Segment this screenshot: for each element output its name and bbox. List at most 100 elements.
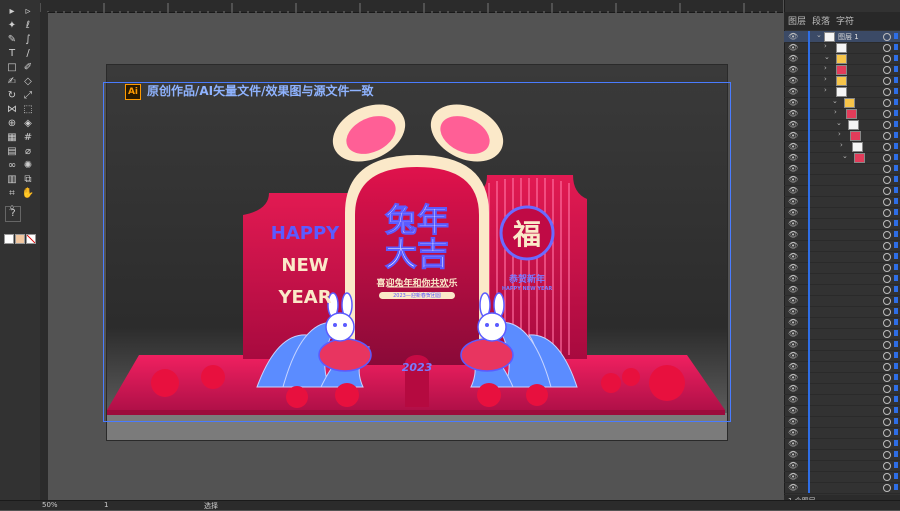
target-circle-icon[interactable]	[883, 429, 891, 437]
visibility-eye-icon[interactable]: 👁	[788, 406, 798, 415]
visibility-eye-icon[interactable]: 👁	[788, 142, 798, 151]
visibility-eye-icon[interactable]: 👁	[788, 263, 798, 272]
visibility-eye-icon[interactable]: 👁	[788, 76, 798, 85]
target-circle-icon[interactable]	[883, 121, 891, 129]
target-circle-icon[interactable]	[883, 407, 891, 415]
target-circle-icon[interactable]	[883, 143, 891, 151]
visibility-eye-icon[interactable]: 👁	[788, 98, 798, 107]
zoom-level[interactable]: 50%	[42, 501, 58, 509]
visibility-eye-icon[interactable]: 👁	[788, 395, 798, 404]
visibility-eye-icon[interactable]: 👁	[788, 131, 798, 140]
visibility-eye-icon[interactable]: 👁	[788, 450, 798, 459]
visibility-eye-icon[interactable]: 👁	[788, 417, 798, 426]
visibility-eye-icon[interactable]: 👁	[788, 439, 798, 448]
scale-tool[interactable]: ⤢	[21, 89, 35, 103]
artboard-tool[interactable]: ⧉	[21, 173, 35, 187]
expand-chevron-icon[interactable]: ⌄	[816, 31, 822, 39]
tab-character[interactable]: 字符	[836, 14, 854, 27]
pen-tool[interactable]: ✎	[5, 33, 19, 47]
target-circle-icon[interactable]	[883, 363, 891, 371]
expand-chevron-icon[interactable]: ⌄	[836, 119, 842, 127]
visibility-eye-icon[interactable]: 👁	[788, 208, 798, 217]
target-circle-icon[interactable]	[883, 374, 891, 382]
live-paint-tool[interactable]: ◈	[21, 117, 35, 131]
lasso-tool[interactable]: ℓ	[21, 19, 35, 33]
target-circle-icon[interactable]	[883, 242, 891, 250]
visibility-eye-icon[interactable]: 👁	[788, 329, 798, 338]
target-circle-icon[interactable]	[883, 473, 891, 481]
line-tool[interactable]: /	[21, 47, 35, 61]
target-circle-icon[interactable]	[883, 165, 891, 173]
visibility-eye-icon[interactable]: 👁	[788, 373, 798, 382]
visibility-eye-icon[interactable]: 👁	[788, 252, 798, 261]
target-circle-icon[interactable]	[883, 66, 891, 74]
fill-swatch[interactable]	[4, 234, 14, 244]
eraser-tool[interactable]: ◇	[21, 75, 35, 89]
rotate-tool[interactable]: ↻	[5, 89, 19, 103]
visibility-eye-icon[interactable]: 👁	[788, 274, 798, 283]
target-circle-icon[interactable]	[883, 352, 891, 360]
column-graph-tool[interactable]: ▥	[5, 173, 19, 187]
target-circle-icon[interactable]	[883, 484, 891, 492]
visibility-eye-icon[interactable]: 👁	[788, 351, 798, 360]
expand-chevron-icon[interactable]: ⌄	[842, 152, 848, 160]
target-circle-icon[interactable]	[883, 220, 891, 228]
mesh-tool[interactable]: #	[21, 131, 35, 145]
expand-chevron-icon[interactable]: ›	[824, 86, 827, 94]
visibility-eye-icon[interactable]: 👁	[788, 296, 798, 305]
type-tool[interactable]: T	[5, 47, 19, 61]
perspective-grid-tool[interactable]: ▦	[5, 131, 19, 145]
expand-chevron-icon[interactable]: ›	[838, 130, 841, 138]
visibility-eye-icon[interactable]: 👁	[788, 164, 798, 173]
visibility-eye-icon[interactable]: 👁	[788, 285, 798, 294]
visibility-eye-icon[interactable]: 👁	[788, 384, 798, 393]
help-icon[interactable]: ?	[5, 206, 21, 222]
expand-chevron-icon[interactable]: ›	[834, 108, 837, 116]
visibility-eye-icon[interactable]: 👁	[788, 197, 798, 206]
visibility-eye-icon[interactable]: 👁	[788, 120, 798, 129]
target-circle-icon[interactable]	[883, 110, 891, 118]
visibility-eye-icon[interactable]: 👁	[788, 65, 798, 74]
rectangle-tool[interactable]: □	[5, 61, 19, 75]
visibility-eye-icon[interactable]: 👁	[788, 340, 798, 349]
shape-builder-tool[interactable]: ⊕	[5, 117, 19, 131]
target-circle-icon[interactable]	[883, 44, 891, 52]
target-circle-icon[interactable]	[883, 33, 891, 41]
visibility-eye-icon[interactable]: 👁	[788, 186, 798, 195]
selection-tool[interactable]: ▸	[5, 5, 19, 19]
target-circle-icon[interactable]	[883, 308, 891, 316]
visibility-eye-icon[interactable]: 👁	[788, 362, 798, 371]
stroke-swatch[interactable]	[15, 234, 25, 244]
target-circle-icon[interactable]	[883, 385, 891, 393]
visibility-eye-icon[interactable]: 👁	[788, 472, 798, 481]
target-circle-icon[interactable]	[883, 99, 891, 107]
slice-tool[interactable]: ⌗	[5, 187, 19, 201]
tab-paragraph[interactable]: 段落	[812, 14, 830, 27]
target-circle-icon[interactable]	[883, 77, 891, 85]
target-circle-icon[interactable]	[883, 319, 891, 327]
visibility-eye-icon[interactable]: 👁	[788, 318, 798, 327]
blend-tool[interactable]: ∞	[5, 159, 19, 173]
target-circle-icon[interactable]	[883, 231, 891, 239]
visibility-eye-icon[interactable]: 👁	[788, 428, 798, 437]
expand-chevron-icon[interactable]: ›	[824, 64, 827, 72]
visibility-eye-icon[interactable]: 👁	[788, 230, 798, 239]
target-circle-icon[interactable]	[883, 286, 891, 294]
target-circle-icon[interactable]	[883, 275, 891, 283]
target-circle-icon[interactable]	[883, 297, 891, 305]
visibility-eye-icon[interactable]: 👁	[788, 219, 798, 228]
layer-1-name[interactable]: 图层 1	[838, 32, 859, 42]
direct-selection-tool[interactable]: ▹	[21, 5, 35, 19]
target-circle-icon[interactable]	[883, 88, 891, 96]
tab-layers[interactable]: 图层	[788, 14, 806, 27]
visibility-eye-icon[interactable]: 👁	[788, 32, 798, 41]
expand-chevron-icon[interactable]: ⌄	[824, 53, 830, 61]
visibility-eye-icon[interactable]: 👁	[788, 307, 798, 316]
target-circle-icon[interactable]	[883, 462, 891, 470]
target-circle-icon[interactable]	[883, 341, 891, 349]
visibility-eye-icon[interactable]: 👁	[788, 483, 798, 492]
target-circle-icon[interactable]	[883, 451, 891, 459]
target-circle-icon[interactable]	[883, 176, 891, 184]
target-circle-icon[interactable]	[883, 264, 891, 272]
eyedropper-tool[interactable]: ⌀	[21, 145, 35, 159]
